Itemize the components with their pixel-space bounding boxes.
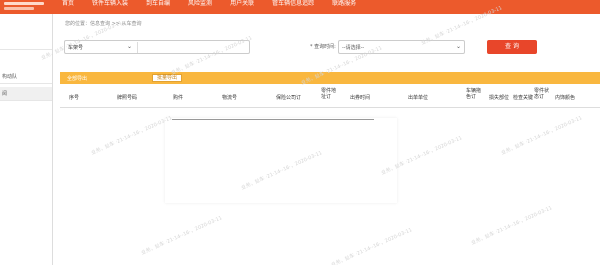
sidebar-item-2[interactable]: 阅 <box>0 87 52 101</box>
main-nav: 首页 铁件车辆入装 到车自编 风险监测 用户关联 管车辆信息追踪 联路服务 <box>62 0 374 14</box>
app-window: 首页 铁件车辆入装 到车自编 风险监测 用户关联 管车辆信息追踪 联路服务 构动队阅 您的位… <box>0 0 600 265</box>
nav-item-2[interactable]: 到车自编 <box>146 0 170 8</box>
sidebar: 构动队阅 <box>0 14 53 265</box>
sidebar-item-1[interactable]: 构动队 <box>0 70 52 84</box>
field-divider <box>137 42 138 53</box>
logo <box>4 1 54 11</box>
query-time-value: --请选择-- <box>342 45 365 51</box>
column-header: 内饰颜色 <box>555 95 576 101</box>
nav-item-4[interactable]: 用户关联 <box>230 0 254 8</box>
query-time-select[interactable]: --请选择-- ⌄ <box>338 40 465 54</box>
nav-item-0[interactable]: 首页 <box>62 0 74 8</box>
breadcrumb: 您的位置：信息查询 >> 从车查询 <box>65 21 142 27</box>
export-all-link[interactable]: 全部导出 <box>67 75 87 82</box>
column-header: 出单单位 <box>408 95 429 101</box>
field-type-select[interactable]: 车架号 ⌄ <box>64 40 250 54</box>
table-toolbar: 全部导出 批量导出 <box>60 72 600 84</box>
main-content: 您的位置：信息查询 >> 从车查询 车架号 ⌄ * 查询时间: --请选择-- … <box>60 14 600 265</box>
search-form: 车架号 ⌄ * 查询时间: --请选择-- ⌄ 查 询 <box>60 40 600 56</box>
batch-export-button[interactable]: 批量导出 <box>152 74 182 82</box>
nav-item-3[interactable]: 风险监测 <box>188 0 212 8</box>
sidebar-item-0[interactable] <box>0 36 52 50</box>
nav-item-1[interactable]: 铁件车辆入装 <box>92 0 128 8</box>
column-header: 保险公司订 <box>276 95 302 101</box>
query-button[interactable]: 查 询 <box>487 40 537 54</box>
loading-popup <box>165 118 397 203</box>
nav-item-5[interactable]: 管车辆信息追踪 <box>272 0 314 8</box>
chevron-down-icon: ⌄ <box>455 43 461 50</box>
query-time-label: * 查询时间: <box>310 44 336 50</box>
chevron-down-icon: ⌄ <box>127 43 133 50</box>
top-nav-bar: 首页 铁件车辆入装 到车自编 风险监测 用户关联 管车辆信息追踪 联路服务 <box>0 0 600 14</box>
column-header: 购件 <box>173 95 184 101</box>
table-header: 序号 牌照号码 购件 物流号 保险公司订 零件地址订出券时间 出单单位 车辆拖色订损失部位 检查… <box>60 86 600 108</box>
column-header: 车辆拖色订 <box>466 88 482 100</box>
popup-progress-line <box>172 119 374 120</box>
column-header: 零件地址订 <box>321 88 337 100</box>
column-header: 牌照号码 <box>117 95 138 101</box>
nav-item-6[interactable]: 联路服务 <box>332 0 356 8</box>
field-type-label: 车架号 <box>68 45 84 51</box>
column-header: 检查关键 <box>513 95 534 101</box>
column-header: 出券时间 <box>350 95 371 101</box>
column-header: 零件状态订 <box>534 88 550 100</box>
column-header: 物流号 <box>222 95 238 101</box>
column-header: 损失部位 <box>489 95 510 101</box>
column-header: 序号 <box>69 95 80 101</box>
